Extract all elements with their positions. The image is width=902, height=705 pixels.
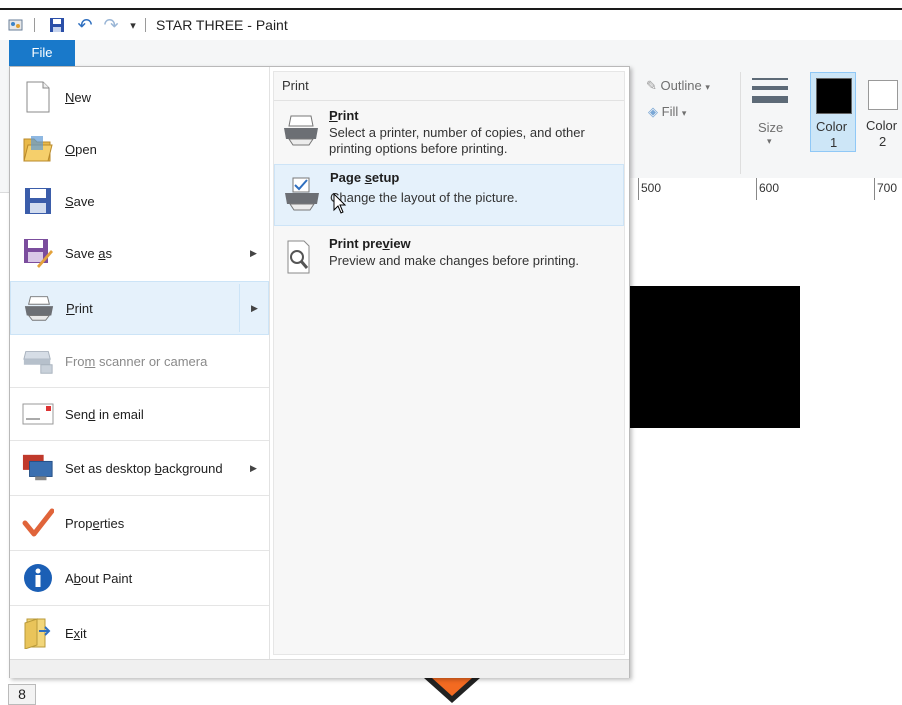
- submenu-item-title: Page setup: [330, 170, 400, 185]
- submenu-arrow-icon: ▶: [250, 247, 257, 258]
- file-tab[interactable]: File: [9, 40, 75, 66]
- color1-swatch: [816, 78, 852, 114]
- ribbon-group-separator: [740, 72, 741, 174]
- quick-access-separator: [34, 18, 35, 32]
- exit-icon: [22, 617, 54, 649]
- color2-swatch: [868, 80, 898, 110]
- horizontal-ruler: 500 600 700: [630, 178, 902, 201]
- outline-button[interactable]: ✎ Outline ▾: [646, 78, 710, 94]
- print-submenu-header: Print: [282, 78, 309, 93]
- ruler-mark-600: 600: [759, 181, 780, 195]
- fill-dropdown-icon: ▾: [681, 108, 687, 118]
- submenu-split-divider: [239, 284, 240, 332]
- submenu-arrow-icon: ▶: [251, 302, 258, 313]
- submenu-item-description: Select a printer, number of copies, and …: [329, 125, 585, 156]
- file-menu-left-pane: New Open Save Save as ▶ Print ▶ From sca…: [10, 67, 270, 659]
- menu-item-set-desktop-background[interactable]: Set as desktop background ▶: [10, 441, 270, 495]
- outline-dropdown-icon: ▾: [705, 82, 710, 92]
- menu-item-label: Send in email: [65, 406, 144, 422]
- color2-number: 2: [879, 134, 887, 149]
- window-title: STAR THREE - Paint: [156, 17, 288, 33]
- submenu-item-title: Print: [329, 108, 359, 123]
- printer-icon: [282, 114, 320, 148]
- desktop-icon: [22, 452, 54, 484]
- fill-label: Fill: [661, 104, 679, 119]
- menu-item-save[interactable]: Save: [10, 175, 270, 227]
- menu-item-label: Save as: [65, 245, 112, 261]
- email-icon: [22, 398, 54, 430]
- menu-item-about-paint[interactable]: About Paint: [10, 551, 270, 605]
- submenu-item-description: Preview and make changes before printing…: [329, 253, 580, 268]
- menu-item-label: New: [65, 89, 92, 105]
- color2-button[interactable]: Color 2: [862, 72, 902, 152]
- color1-button[interactable]: Color 1: [810, 72, 856, 152]
- menu-item-print[interactable]: Print ▶: [10, 281, 269, 335]
- submenu-item-title: Print preview: [329, 236, 411, 251]
- menu-item-label: Save: [65, 193, 95, 209]
- menu-pane-divider: [269, 67, 270, 659]
- fill-icon: ◈: [648, 104, 658, 119]
- outline-label: Outline: [660, 78, 702, 93]
- undo-icon[interactable]: ↶: [74, 10, 96, 40]
- menu-item-new[interactable]: New: [10, 71, 270, 123]
- save-as-icon: [22, 237, 54, 269]
- submenu-item-print-preview[interactable]: Print preview Preview and make changes b…: [274, 228, 624, 286]
- menu-item-save-as[interactable]: Save as ▶: [10, 227, 270, 279]
- submenu-item-print[interactable]: Print Select a printer, number of copies…: [274, 102, 624, 160]
- menu-item-label: From scanner or camera: [65, 353, 208, 369]
- title-bar: ↶ ↷ ▾ STAR THREE - Paint: [0, 10, 902, 40]
- outline-icon: ✎: [646, 78, 657, 93]
- menu-item-open[interactable]: Open: [10, 123, 270, 175]
- paint-app-icon[interactable]: [6, 10, 26, 40]
- checkmark-icon: [22, 507, 54, 539]
- menu-item-label: Properties: [65, 515, 125, 531]
- save-icon[interactable]: [46, 10, 68, 40]
- file-menu: New Open Save Save as ▶ Print ▶ From sca…: [9, 66, 630, 678]
- size-lines-icon: [752, 78, 788, 103]
- ruler-tick: [756, 178, 757, 200]
- menu-item-label: Exit: [65, 625, 87, 641]
- open-folder-icon: [22, 133, 54, 165]
- size-label: Size: [758, 120, 784, 135]
- menu-item-label: Open: [65, 141, 97, 157]
- ruler-tick: [638, 178, 639, 200]
- submenu-arrow-icon: ▶: [250, 462, 257, 473]
- mouse-cursor-icon: [333, 192, 347, 220]
- menu-item-properties[interactable]: Properties: [10, 496, 270, 550]
- new-document-icon: [22, 81, 54, 113]
- menu-item-exit[interactable]: Exit: [10, 606, 270, 660]
- menu-item-from-scanner[interactable]: From scanner or camera: [10, 335, 270, 387]
- redo-icon[interactable]: ↷: [100, 10, 122, 40]
- menu-item-label: Print: [66, 300, 93, 316]
- print-submenu-pane: Print Print Select a printer, number of …: [273, 71, 625, 655]
- submenu-item-page-setup[interactable]: Page setup Change the layout of the pict…: [274, 164, 624, 226]
- size-dropdown-icon: ▾: [767, 136, 772, 146]
- customize-quick-access-icon[interactable]: ▾: [126, 10, 140, 40]
- submenu-item-description: Change the layout of the picture.: [330, 190, 518, 205]
- print-submenu-header-divider: [274, 100, 624, 101]
- ruler-mark-500: 500: [641, 181, 662, 195]
- page-setup-icon: [283, 177, 321, 211]
- fill-button[interactable]: ◈ Fill ▾: [648, 104, 686, 120]
- menu-item-send-email[interactable]: Send in email: [10, 388, 270, 440]
- printer-icon: [23, 292, 55, 324]
- ruler-tick: [874, 178, 875, 200]
- ruler-mark-700: 700: [877, 181, 898, 195]
- color1-label: Color: [816, 119, 848, 134]
- scanner-icon: [22, 345, 54, 377]
- status-zoom-indicator: 8: [8, 684, 36, 705]
- menu-item-label: About Paint: [65, 570, 133, 586]
- menu-item-label: Set as desktop background: [65, 460, 223, 476]
- color2-label: Color: [866, 118, 898, 133]
- save-disk-icon: [22, 185, 54, 217]
- size-button[interactable]: Size ▾: [748, 74, 792, 154]
- info-icon: [22, 562, 54, 594]
- print-preview-icon: [282, 240, 320, 274]
- title-separator: [145, 18, 146, 32]
- color1-number: 1: [830, 135, 838, 150]
- star-shape-fill: [432, 678, 472, 696]
- file-menu-footer: [10, 659, 629, 678]
